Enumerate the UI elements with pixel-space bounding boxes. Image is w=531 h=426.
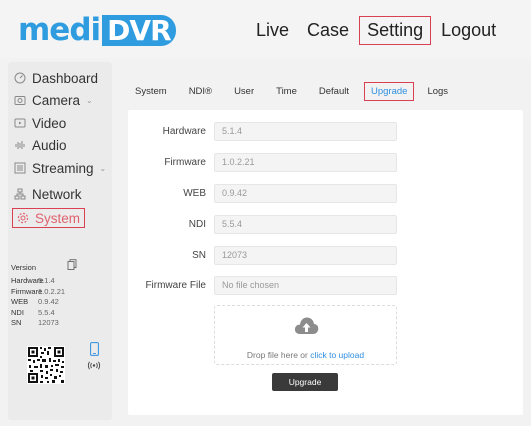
sidebar-item-streaming[interactable]: Streaming ⌄ [14, 158, 106, 178]
firmware-file-label: Firmware File [145, 280, 206, 291]
version-row: NDI 5.5.4 [11, 307, 55, 317]
video-icon [14, 117, 26, 129]
streaming-icon [14, 162, 26, 174]
sidebar: Dashboard Camera ⌄ Video Audio Streaming… [8, 62, 112, 420]
dropzone-text: Drop file here or click to upload [246, 350, 365, 360]
tab-system[interactable]: System [128, 82, 174, 101]
app-header: medi DVR Live Case Setting Logout [0, 0, 531, 58]
firmware-file-input[interactable]: No file chosen [214, 276, 397, 295]
sidebar-item-network[interactable]: Network [14, 184, 82, 204]
sidebar-item-label: Audio [32, 137, 67, 153]
firmware-label: Firmware [164, 157, 206, 168]
sidebar-item-audio[interactable]: Audio [14, 135, 67, 155]
version-title: Version [11, 262, 37, 272]
medidvr-logo: medi DVR [18, 12, 176, 48]
upgrade-button[interactable]: Upgrade [272, 373, 338, 391]
dashboard-icon [14, 72, 26, 84]
logo-dvr-text: DVR [102, 14, 176, 46]
firmware-field: 1.0.2.21 [214, 153, 397, 172]
wireless-icon [87, 361, 101, 372]
web-label: WEB [183, 188, 206, 199]
sidebar-item-label: Streaming [32, 160, 94, 176]
hardware-label: Hardware [162, 126, 206, 137]
sidebar-item-label: Video [32, 115, 67, 131]
ndi-field: 5.5.4 [214, 215, 397, 234]
nav-case[interactable]: Case [299, 16, 357, 45]
web-field: 0.9.42 [214, 184, 397, 203]
sidebar-item-label: Network [32, 186, 82, 202]
tab-user[interactable]: User [227, 82, 261, 101]
version-info: Version Hardware 5.1.4 Firmware 1.0.2.21… [11, 259, 106, 328]
copy-icon[interactable] [67, 259, 77, 272]
network-icon [14, 188, 26, 200]
logo-medi-text: medi [18, 12, 101, 48]
version-row: WEB 0.9.42 [11, 297, 59, 307]
top-navigation: Live Case Setting Logout [248, 16, 506, 45]
sn-field: 12073 [214, 246, 397, 265]
hardware-field: 5.1.4 [214, 122, 397, 141]
version-row: Hardware 5.1.4 [11, 276, 55, 286]
tab-logs[interactable]: Logs [420, 82, 455, 101]
tab-default[interactable]: Default [312, 82, 356, 101]
sn-label: SN [192, 250, 206, 261]
sidebar-item-label: Camera [32, 92, 81, 108]
nav-live[interactable]: Live [248, 16, 297, 45]
chevron-down-icon: ⌄ [99, 163, 107, 173]
nav-logout[interactable]: Logout [433, 16, 504, 45]
click-to-upload-link[interactable]: click to upload [310, 350, 364, 360]
version-row: Firmware 1.0.2.21 [11, 286, 66, 296]
audio-icon [14, 139, 26, 151]
sidebar-item-video[interactable]: Video [14, 113, 66, 133]
gear-icon [17, 212, 29, 224]
tab-upgrade[interactable]: Upgrade [364, 82, 415, 101]
version-row: SN 12073 [11, 318, 59, 328]
ndi-label: NDI [188, 219, 206, 230]
sidebar-item-label: System [35, 210, 81, 226]
tab-ndi[interactable]: NDI® [182, 82, 219, 101]
nav-setting[interactable]: Setting [359, 16, 432, 45]
sidebar-item-system[interactable]: System [12, 208, 86, 228]
sidebar-item-label: Dashboard [32, 70, 99, 86]
qr-code [27, 346, 65, 384]
sidebar-item-dashboard[interactable]: Dashboard [14, 68, 98, 88]
upload-dropzone[interactable]: Drop file here or click to upload [214, 305, 397, 365]
tab-time[interactable]: Time [269, 82, 304, 101]
phone-icon [90, 342, 99, 361]
chevron-down-icon: ⌄ [86, 95, 93, 105]
settings-tabs: System NDI® User Time Default Upgrade Lo… [128, 82, 455, 101]
camera-icon [14, 94, 26, 106]
cloud-upload-icon [294, 315, 319, 342]
sidebar-item-camera[interactable]: Camera ⌄ [14, 90, 93, 110]
